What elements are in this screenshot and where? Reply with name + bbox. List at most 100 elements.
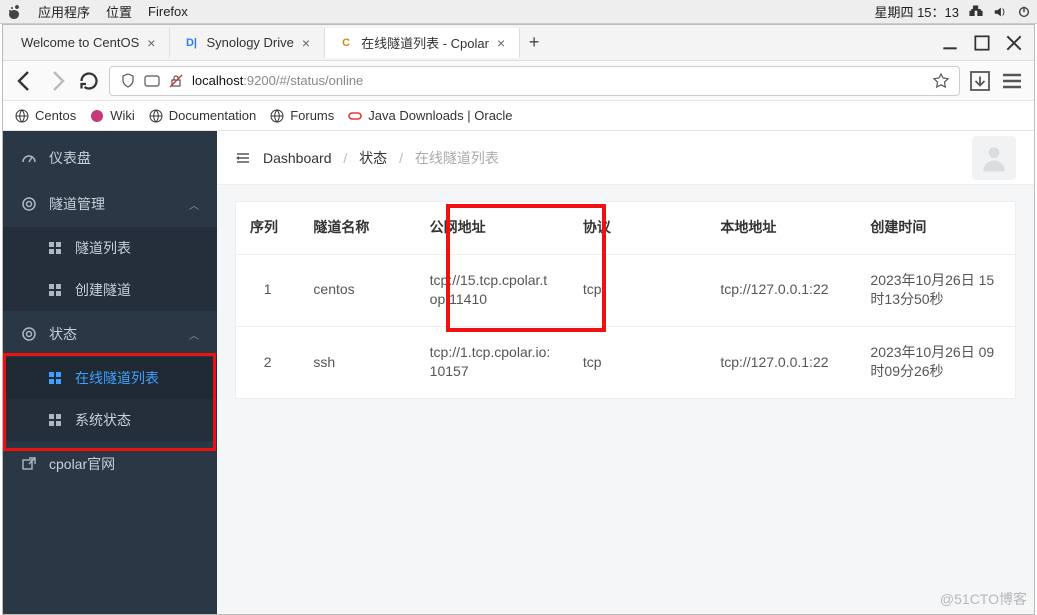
- cell-pub: tcp://1.tcp.cpolar.io:10157: [416, 326, 569, 398]
- bookmarks-bar: Centos Wiki Documentation Forums Java Do…: [3, 101, 1034, 131]
- sidebar-label: 隧道列表: [75, 238, 131, 258]
- lock-strikethrough-icon[interactable]: [168, 73, 184, 89]
- cell-name: centos: [299, 254, 415, 326]
- tab-cpolar[interactable]: C 在线隧道列表 - Cpolar ×: [325, 28, 520, 58]
- app-menu-button[interactable]: [1000, 69, 1024, 93]
- col-idx: 序列: [236, 202, 299, 254]
- cell-local: tcp://127.0.0.1:22: [706, 326, 856, 398]
- tab-centos[interactable]: Welcome to CentOS ×: [7, 28, 170, 58]
- cpolar-app: 仪表盘 隧道管理 ︿ 隧道列表 创建隧道 状态 ︿ 在线隧: [3, 131, 1034, 614]
- avatar[interactable]: [972, 136, 1016, 180]
- grid-icon: [47, 370, 63, 386]
- cpolar-favicon: C: [339, 36, 353, 50]
- table-row: 2 ssh tcp://1.tcp.cpolar.io:10157 tcp tc…: [236, 326, 1015, 398]
- oracle-icon: [348, 109, 362, 123]
- desktop-menubar: 应用程序 位置 Firefox 星期四 15：13: [0, 0, 1037, 24]
- sidebar-status[interactable]: 状态 ︿: [3, 311, 217, 357]
- browser-window: Welcome to CentOS × D| Synology Drive × …: [2, 24, 1035, 615]
- crumb-mid[interactable]: 状态: [359, 150, 387, 166]
- grid-icon: [47, 412, 63, 428]
- gnome-foot-icon: [6, 4, 22, 20]
- ring-icon: [21, 196, 37, 212]
- cell-time: 2023年10月26日 09时09分26秒: [856, 326, 1015, 398]
- site-info-icon[interactable]: [144, 73, 160, 89]
- reload-button[interactable]: [77, 69, 101, 93]
- new-tab-button[interactable]: +: [520, 29, 548, 57]
- tab-title: 在线隧道列表 - Cpolar: [361, 33, 489, 52]
- cell-name: ssh: [299, 326, 415, 398]
- chevron-up-icon: ︿: [189, 197, 199, 212]
- sidebar-label: 创建隧道: [75, 280, 131, 300]
- col-time: 创建时间: [856, 202, 1015, 254]
- tabstrip: Welcome to CentOS × D| Synology Drive × …: [3, 25, 1034, 61]
- bookmark-docs[interactable]: Documentation: [149, 108, 256, 123]
- topbar: Dashboard / 状态 / 在线隧道列表: [217, 131, 1034, 185]
- sidebar-label: 系统状态: [75, 410, 131, 430]
- url-text: localhost:9200/#/status/online: [192, 73, 363, 88]
- external-link-icon: [21, 456, 37, 472]
- sidebar-label: 隧道管理: [49, 194, 105, 214]
- maximize-button[interactable]: [974, 35, 990, 51]
- grid-icon: [47, 282, 63, 298]
- forward-button[interactable]: [45, 69, 69, 93]
- downloads-button[interactable]: [968, 69, 992, 93]
- bookmark-centos[interactable]: Centos: [15, 108, 76, 123]
- menu-firefox[interactable]: Firefox: [148, 4, 188, 19]
- bookmark-wiki[interactable]: Wiki: [90, 108, 135, 123]
- cell-time: 2023年10月26日 15时13分50秒: [856, 254, 1015, 326]
- col-proto: 协议: [569, 202, 706, 254]
- close-icon[interactable]: ×: [302, 35, 310, 51]
- table-header-row: 序列 隧道名称 公网地址 协议 本地地址 创建时间: [236, 202, 1015, 254]
- url-toolbar: localhost:9200/#/status/online: [3, 61, 1034, 101]
- cell-local: tcp://127.0.0.1:22: [706, 254, 856, 326]
- sidebar-tunnel-list[interactable]: 隧道列表: [3, 227, 217, 269]
- bookmark-java[interactable]: Java Downloads | Oracle: [348, 108, 512, 123]
- globe-icon: [15, 109, 29, 123]
- cell-proto: tcp: [569, 326, 706, 398]
- sidebar-label: 在线隧道列表: [75, 368, 159, 388]
- bookmark-forums[interactable]: Forums: [270, 108, 334, 123]
- globe-icon: [149, 109, 163, 123]
- cell-pub: tcp://15.tcp.cpolar.top:11410: [416, 254, 569, 326]
- tab-synology[interactable]: D| Synology Drive ×: [170, 28, 325, 58]
- bookmark-star-icon[interactable]: [933, 73, 949, 89]
- back-button[interactable]: [13, 69, 37, 93]
- main-content: Dashboard / 状态 / 在线隧道列表 序列 隧道名称: [217, 131, 1034, 614]
- ring-icon: [21, 326, 37, 342]
- volume-icon[interactable]: [993, 5, 1007, 19]
- crumb-sep: /: [343, 150, 347, 166]
- close-icon[interactable]: ×: [497, 35, 505, 51]
- sidebar-tunnel-create[interactable]: 创建隧道: [3, 269, 217, 311]
- tab-title: Welcome to CentOS: [21, 35, 139, 50]
- menu-places[interactable]: 位置: [106, 2, 132, 21]
- menubar-clock[interactable]: 星期四 15：13: [874, 2, 959, 21]
- col-pub: 公网地址: [416, 202, 569, 254]
- network-icon[interactable]: [969, 5, 983, 19]
- sidebar-dashboard[interactable]: 仪表盘: [3, 135, 217, 181]
- sidebar-sys-status[interactable]: 系统状态: [3, 399, 217, 441]
- menu-apps[interactable]: 应用程序: [38, 2, 90, 21]
- sidebar-official[interactable]: cpolar官网: [3, 441, 217, 487]
- sidebar: 仪表盘 隧道管理 ︿ 隧道列表 创建隧道 状态 ︿ 在线隧: [3, 131, 217, 614]
- tab-title: Synology Drive: [206, 35, 293, 50]
- col-local: 本地地址: [706, 202, 856, 254]
- sidebar-online-list[interactable]: 在线隧道列表: [3, 357, 217, 399]
- shield-icon[interactable]: [120, 73, 136, 89]
- power-icon[interactable]: [1017, 5, 1031, 19]
- grid-icon: [47, 240, 63, 256]
- chevron-up-icon: ︿: [189, 327, 199, 342]
- menu-toggle-icon[interactable]: [235, 150, 251, 166]
- crumb-root[interactable]: Dashboard: [263, 150, 332, 166]
- crumb-sep: /: [399, 150, 403, 166]
- sidebar-tunnel-mgmt[interactable]: 隧道管理 ︿: [3, 181, 217, 227]
- close-window-button[interactable]: [1006, 35, 1022, 51]
- crumb-leaf: 在线隧道列表: [415, 150, 499, 166]
- sidebar-label: 状态: [49, 324, 77, 344]
- close-icon[interactable]: ×: [147, 35, 155, 51]
- minimize-button[interactable]: [942, 35, 958, 51]
- globe-icon: [270, 109, 284, 123]
- wiki-icon: [90, 109, 104, 123]
- breadcrumb: Dashboard / 状态 / 在线隧道列表: [263, 148, 499, 168]
- url-bar[interactable]: localhost:9200/#/status/online: [109, 66, 960, 96]
- gauge-icon: [21, 150, 37, 166]
